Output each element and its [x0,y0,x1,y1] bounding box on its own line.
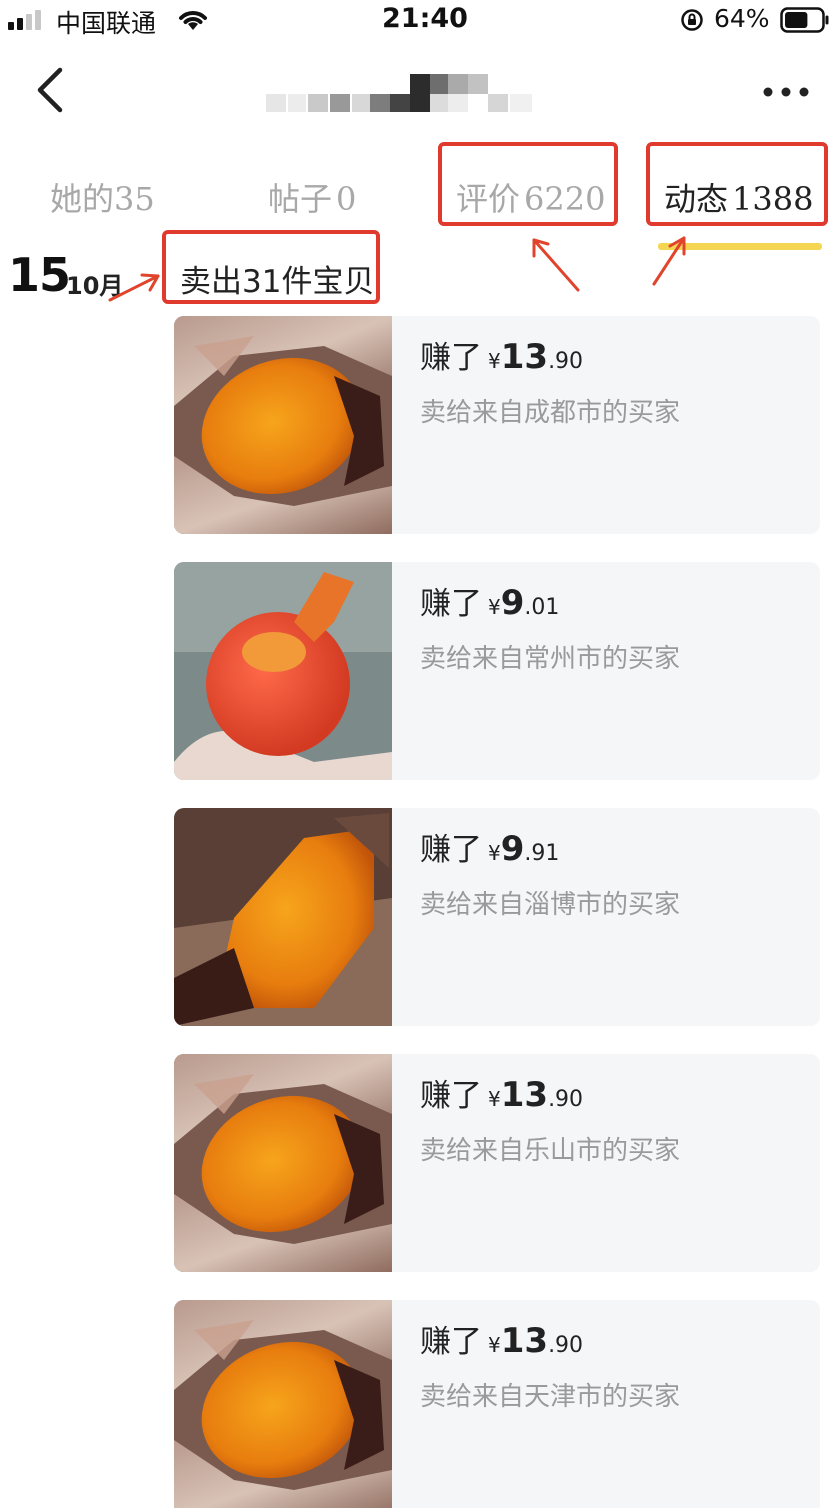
price-decimal: .90 [548,349,584,374]
nav-bar [0,52,836,132]
buyer-location: 卖给来自乐山市的买家 [420,1136,681,1166]
price-integer: 13 [500,1321,549,1361]
signal-icon [8,10,41,30]
earnings-prefix: 赚了 [420,832,482,868]
currency-symbol: ¥ [488,595,501,619]
earnings-prefix: 赚了 [420,1324,482,1360]
earnings-prefix: 赚了 [420,1078,482,1114]
roasted-sweet-potato-image [174,1300,392,1508]
currency-symbol: ¥ [488,349,501,373]
battery-icon [780,7,829,33]
carrier-name: 中国联通 [56,9,157,38]
status-bar: 中国联通 21:40 64% [0,0,836,40]
list-item[interactable]: 赚了 ¥13.90 卖给来自乐山市的买家 [174,1054,820,1272]
earnings: 赚了 ¥13.90 [420,1070,583,1115]
active-tab-indicator [658,243,822,250]
activity-highlight-box [646,142,828,226]
currency-symbol: ¥ [488,841,501,865]
list-item[interactable]: 赚了 ¥9.01 卖给来自常州市的买家 [174,562,820,780]
orientation-lock-icon [681,9,703,31]
list-item[interactable]: 赚了 ¥13.90 卖给来自成都市的买家 [174,316,820,534]
price-decimal: .90 [548,1333,584,1358]
price-decimal: .90 [548,1087,584,1112]
roasted-sweet-potato-image [174,316,392,534]
tab-hers[interactable]: 她的35 [50,174,155,220]
peeled-sweet-potato-in-hand-image [174,562,392,780]
back-button[interactable] [30,66,70,114]
earnings-prefix: 赚了 [420,340,482,376]
more-button[interactable] [756,74,816,110]
tab-count: 35 [114,180,155,218]
list-item[interactable]: 赚了 ¥13.90 卖给来自天津市的买家 [174,1300,820,1508]
tab-label: 帖子 [268,180,333,218]
broken-sweet-potato-image [174,808,392,1026]
price-decimal: .91 [524,841,560,866]
more-horizontal-icon [763,87,809,97]
tab-count: 0 [336,180,357,218]
earnings: 赚了 ¥9.91 [420,824,559,869]
date-day: 15 [8,248,71,302]
price-decimal: .01 [524,595,560,620]
price-integer: 9 [500,829,525,869]
buyer-location: 卖给来自常州市的买家 [420,644,681,674]
clock-time: 21:40 [382,3,468,34]
list-item[interactable]: 赚了 ¥9.91 卖给来自淄博市的买家 [174,808,820,1026]
chevron-left-icon [37,67,63,113]
blurred-title [266,74,532,112]
price-integer: 9 [500,583,525,623]
buyer-location: 卖给来自成都市的买家 [420,398,681,428]
buyer-location: 卖给来自淄博市的买家 [420,890,681,920]
wifi-icon [179,11,207,30]
sold-summary: 卖出31件宝贝 [180,264,375,300]
tab-label: 她的 [50,180,115,218]
price-integer: 13 [500,337,549,377]
tab-posts[interactable]: 帖子 0 [268,174,356,220]
price-integer: 13 [500,1075,549,1115]
earnings: 赚了 ¥13.90 [420,1316,583,1361]
reviews-highlight-box [438,142,618,226]
date-month: 10月 [66,272,124,300]
earnings-prefix: 赚了 [420,586,482,622]
earnings: 赚了 ¥13.90 [420,332,583,377]
earnings: 赚了 ¥9.01 [420,578,559,623]
buyer-location: 卖给来自天津市的买家 [420,1382,681,1412]
currency-symbol: ¥ [488,1333,501,1357]
roasted-sweet-potato-image [174,1054,392,1272]
battery-percent: 64% [714,4,770,33]
currency-symbol: ¥ [488,1087,501,1111]
